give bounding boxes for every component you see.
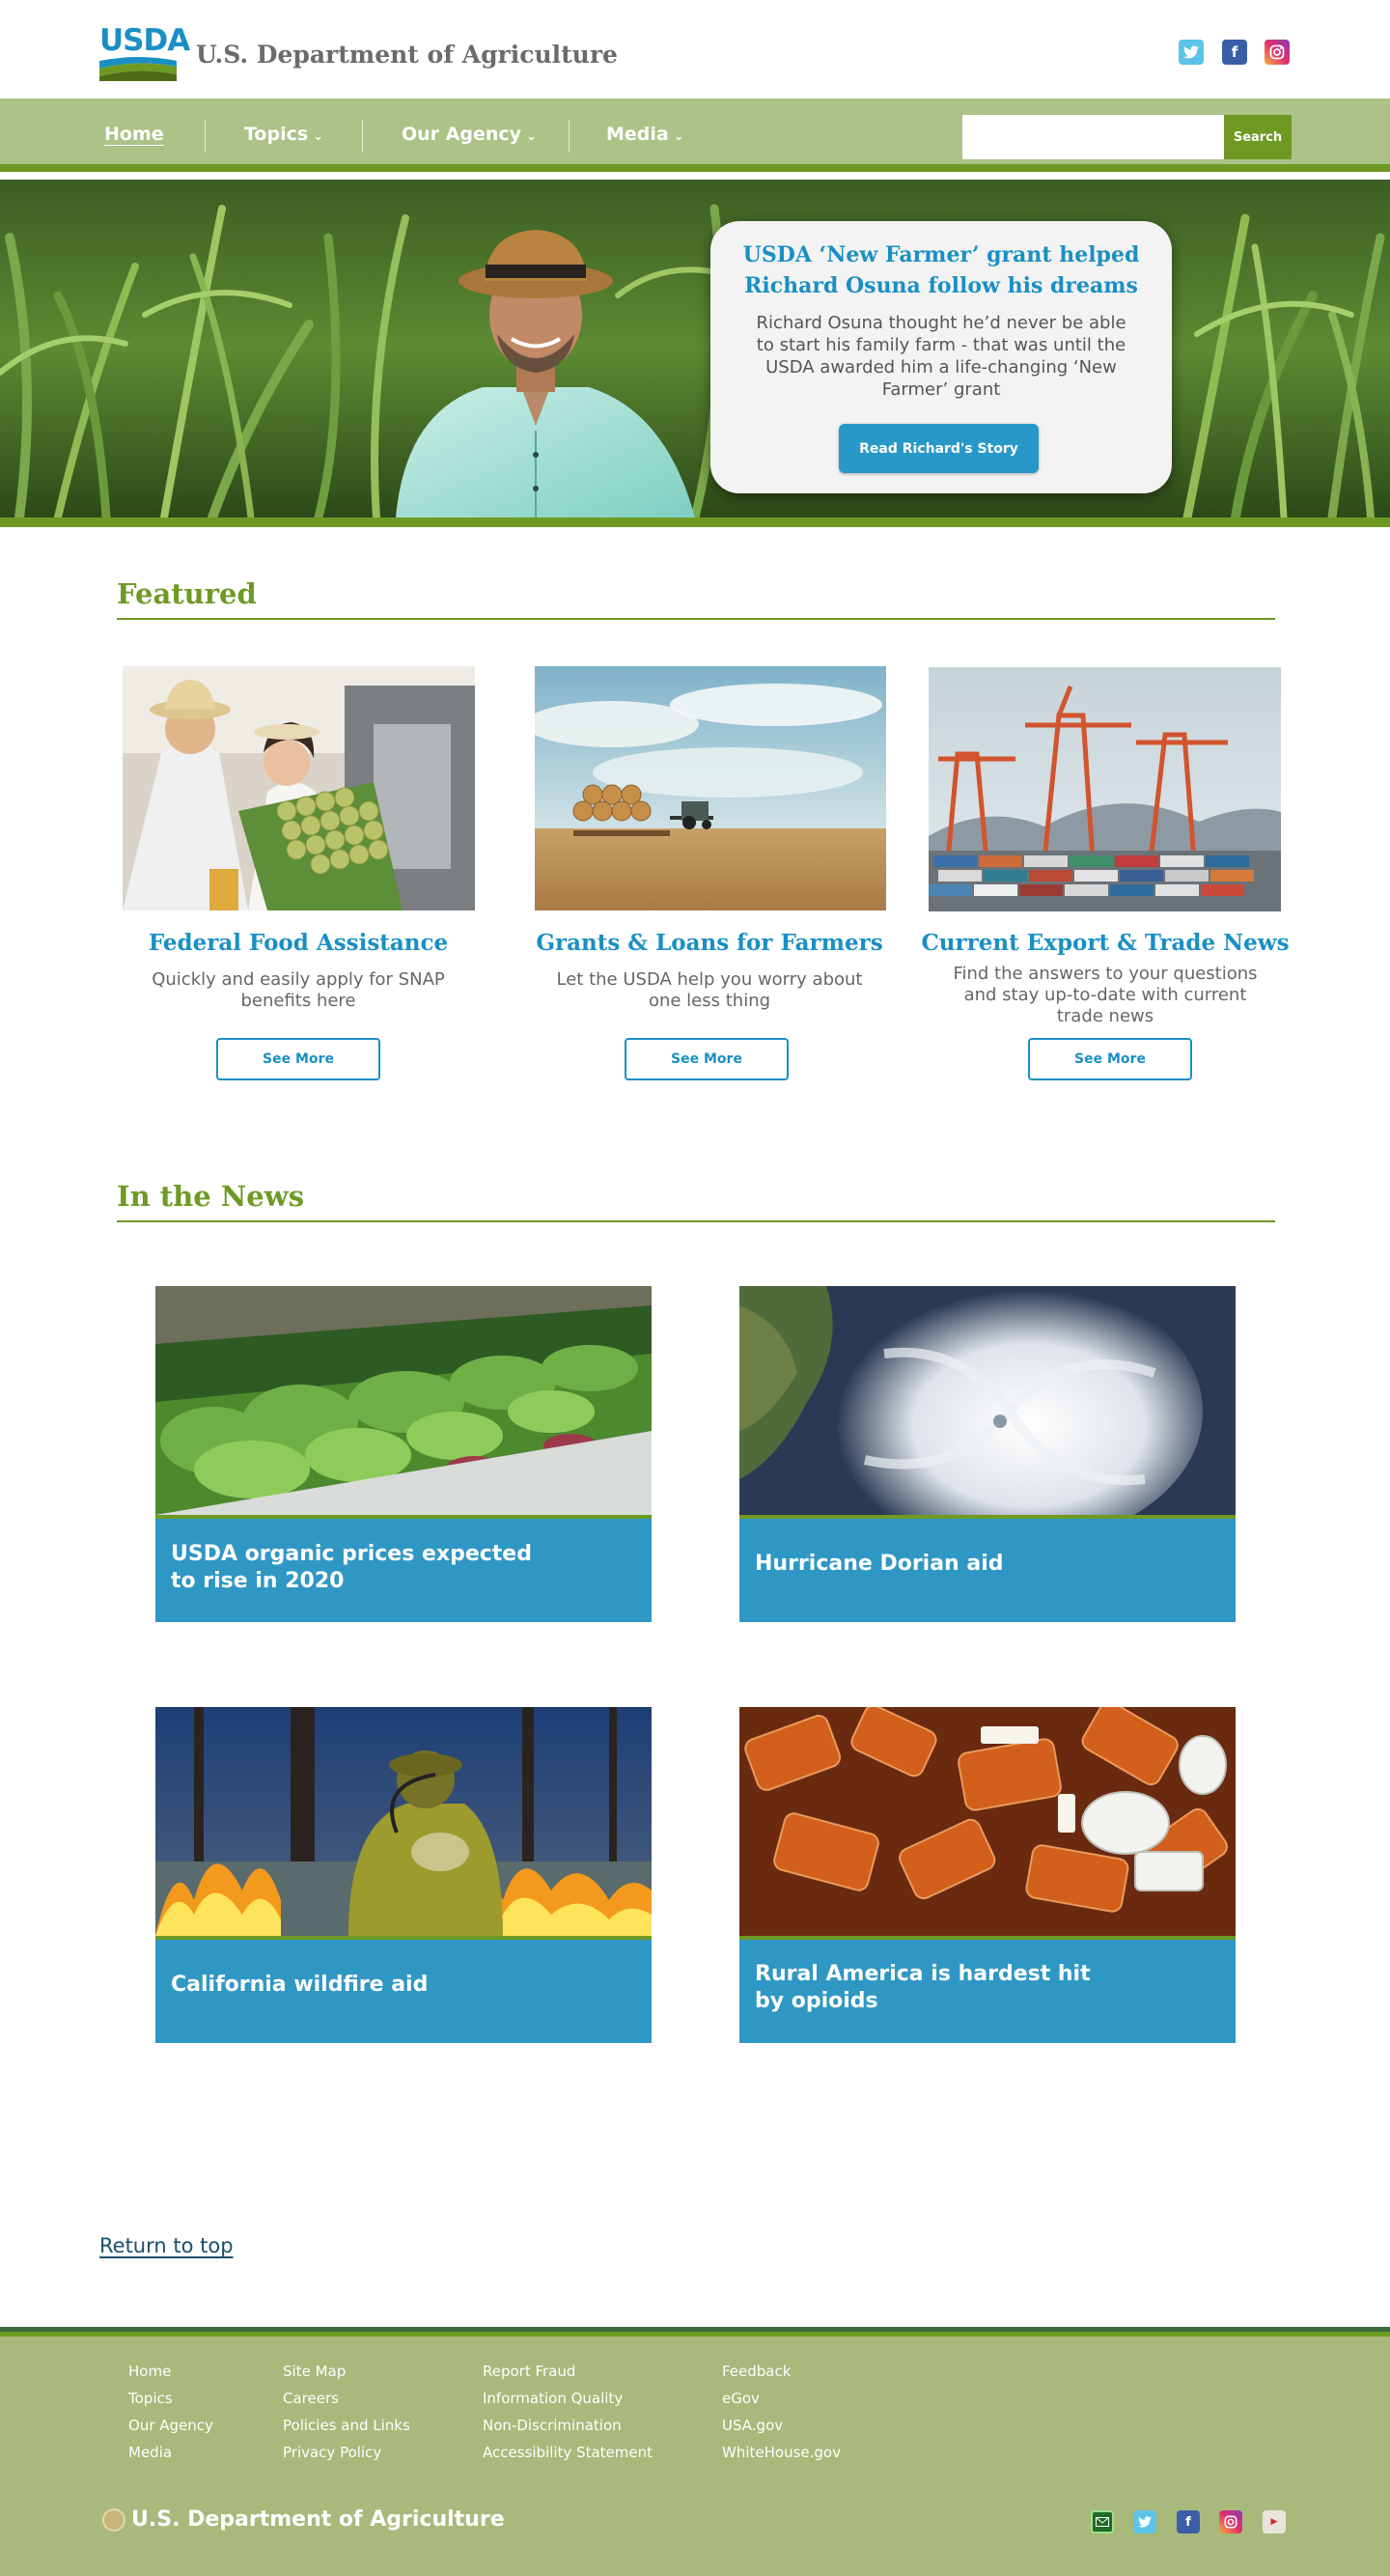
footer-link-whitehouse-gov[interactable]: WhiteHouse.gov [722,2444,841,2461]
facebook-icon[interactable]: f [1177,2510,1200,2534]
site-title[interactable]: U.S. Department of Agriculture [196,41,618,69]
news-image-pill-bottles [739,1707,1236,1936]
featured-title-food-assistance[interactable]: Federal Food Assistance [105,930,491,956]
news-card-hurricane-dorian[interactable]: Hurricane Dorian aid [739,1286,1236,1622]
news-divider [117,1220,1275,1222]
chevron-down-icon: ⌄ [313,129,324,144]
hero-title[interactable]: USDA ‘New Farmer’ grant helped Richard O… [730,239,1153,301]
featured-divider [117,618,1275,620]
featured-title-export-trade[interactable]: Current Export & Trade News [912,930,1298,956]
footer-link-policies[interactable]: Policies and Links [283,2417,410,2434]
footer-link-careers[interactable]: Careers [283,2390,339,2407]
news-caption-band: California wildfire aid [155,1936,652,2043]
nav-separator [569,120,570,153]
news-card-opioids[interactable]: Rural America is hardest hit by opioids [739,1707,1236,2043]
footer-link-report-fraud[interactable]: Report Fraud [483,2363,575,2380]
footer-title[interactable]: U.S. Department of Agriculture [131,2507,505,2532]
news-image-hurricane [739,1286,1236,1515]
news-title-opioids[interactable]: Rural America is hardest hit by opioids [755,1961,1122,2015]
footer-link-privacy[interactable]: Privacy Policy [283,2444,381,2461]
site-footer [0,2327,1390,2576]
footer-link-accessibility[interactable]: Accessibility Statement [483,2444,653,2461]
footer-accent-bar [0,2332,1390,2337]
featured-desc-food-assistance: Quickly and easily apply for SNAP benefi… [152,969,445,1011]
featured-title-grants-loans[interactable]: Grants & Loans for Farmers [516,930,903,956]
news-caption-band: Hurricane Dorian aid [739,1515,1236,1622]
read-story-button[interactable]: Read Richard's Story [839,424,1039,473]
twitter-icon[interactable] [1179,40,1204,65]
usda-logo[interactable]: USDA [99,23,190,81]
footer-link-information-quality[interactable]: Information Quality [483,2390,623,2407]
footer-link-non-discrimination[interactable]: Non-Discrimination [483,2417,622,2434]
news-caption-band: Rural America is hardest hit by opioids [739,1936,1236,2043]
main-nav: Home Topics ⌄ Our Agency ⌄ Media ⌄ Search [0,98,1390,172]
news-card-organic-prices[interactable]: USDA organic prices expected to rise in … [155,1286,652,1622]
see-more-button-grants-loans[interactable]: See More [625,1038,789,1080]
footer-link-usa-gov[interactable]: USA.gov [722,2417,783,2434]
footer-link-our-agency[interactable]: Our Agency [128,2417,213,2434]
usda-seal-icon [102,2508,125,2532]
featured-heading: Featured [117,577,257,610]
featured-desc-grants-loans: Let the USDA help you worry about one le… [556,969,863,1011]
hero-divider [0,518,1390,527]
footer-link-topics[interactable]: Topics [128,2390,173,2407]
news-caption-band: USDA organic prices expected to rise in … [155,1515,652,1622]
footer-link-egov[interactable]: eGov [722,2390,760,2407]
hero-banner [0,180,1390,518]
logo-field-graphic [99,57,177,81]
facebook-icon[interactable]: f [1222,40,1247,65]
featured-image-grants-loans[interactable] [535,666,886,910]
news-title-hurricane-dorian[interactable]: Hurricane Dorian aid [755,1551,1122,1578]
instagram-icon[interactable] [1265,40,1290,65]
footer-link-site-map[interactable]: Site Map [283,2363,346,2380]
email-icon[interactable] [1091,2510,1114,2534]
see-more-button-export-trade[interactable]: See More [1028,1038,1192,1080]
see-more-button-food-assistance[interactable]: See More [216,1038,380,1080]
news-heading: In the News [117,1180,305,1213]
hero-description: Richard Osuna thought he’d never be able… [756,313,1126,400]
logo-text: USDA [99,23,190,58]
news-image-wildfire [155,1707,652,1936]
search-input[interactable] [962,115,1224,159]
youtube-icon[interactable]: ▶ [1263,2510,1286,2534]
nav-item-media[interactable]: Media ⌄ [606,124,684,145]
nav-separator [362,120,363,153]
chevron-down-icon: ⌄ [526,129,537,144]
hero-story-card: USDA ‘New Farmer’ grant helped Richard O… [710,221,1172,493]
nav-separator [205,120,206,153]
nav-item-our-agency[interactable]: Our Agency ⌄ [402,124,537,145]
instagram-icon[interactable] [1219,2510,1242,2534]
nav-item-topics[interactable]: Topics ⌄ [244,124,323,145]
site-header: USDA U.S. Department of Agriculture f [0,0,1390,98]
footer-link-media[interactable]: Media [128,2444,172,2461]
chevron-down-icon: ⌄ [673,129,684,144]
featured-image-food-assistance[interactable] [123,666,475,910]
footer-link-feedback[interactable]: Feedback [722,2363,791,2380]
featured-image-export-trade[interactable] [929,667,1281,911]
twitter-icon[interactable] [1133,2510,1156,2534]
news-title-organic-prices[interactable]: USDA organic prices expected to rise in … [171,1541,538,1595]
return-to-top-link[interactable]: Return to top [99,2234,234,2257]
news-title-wildfire[interactable]: California wildfire aid [171,1972,538,1999]
hero-cornfield-image [0,180,1390,518]
nav-item-home[interactable]: Home [104,124,164,145]
news-card-wildfire[interactable]: California wildfire aid [155,1707,652,2043]
footer-link-home[interactable]: Home [128,2363,171,2380]
featured-desc-export-trade: Find the answers to your questions and s… [953,964,1258,1026]
search-button[interactable]: Search [1224,115,1292,159]
news-image-produce [155,1286,652,1515]
